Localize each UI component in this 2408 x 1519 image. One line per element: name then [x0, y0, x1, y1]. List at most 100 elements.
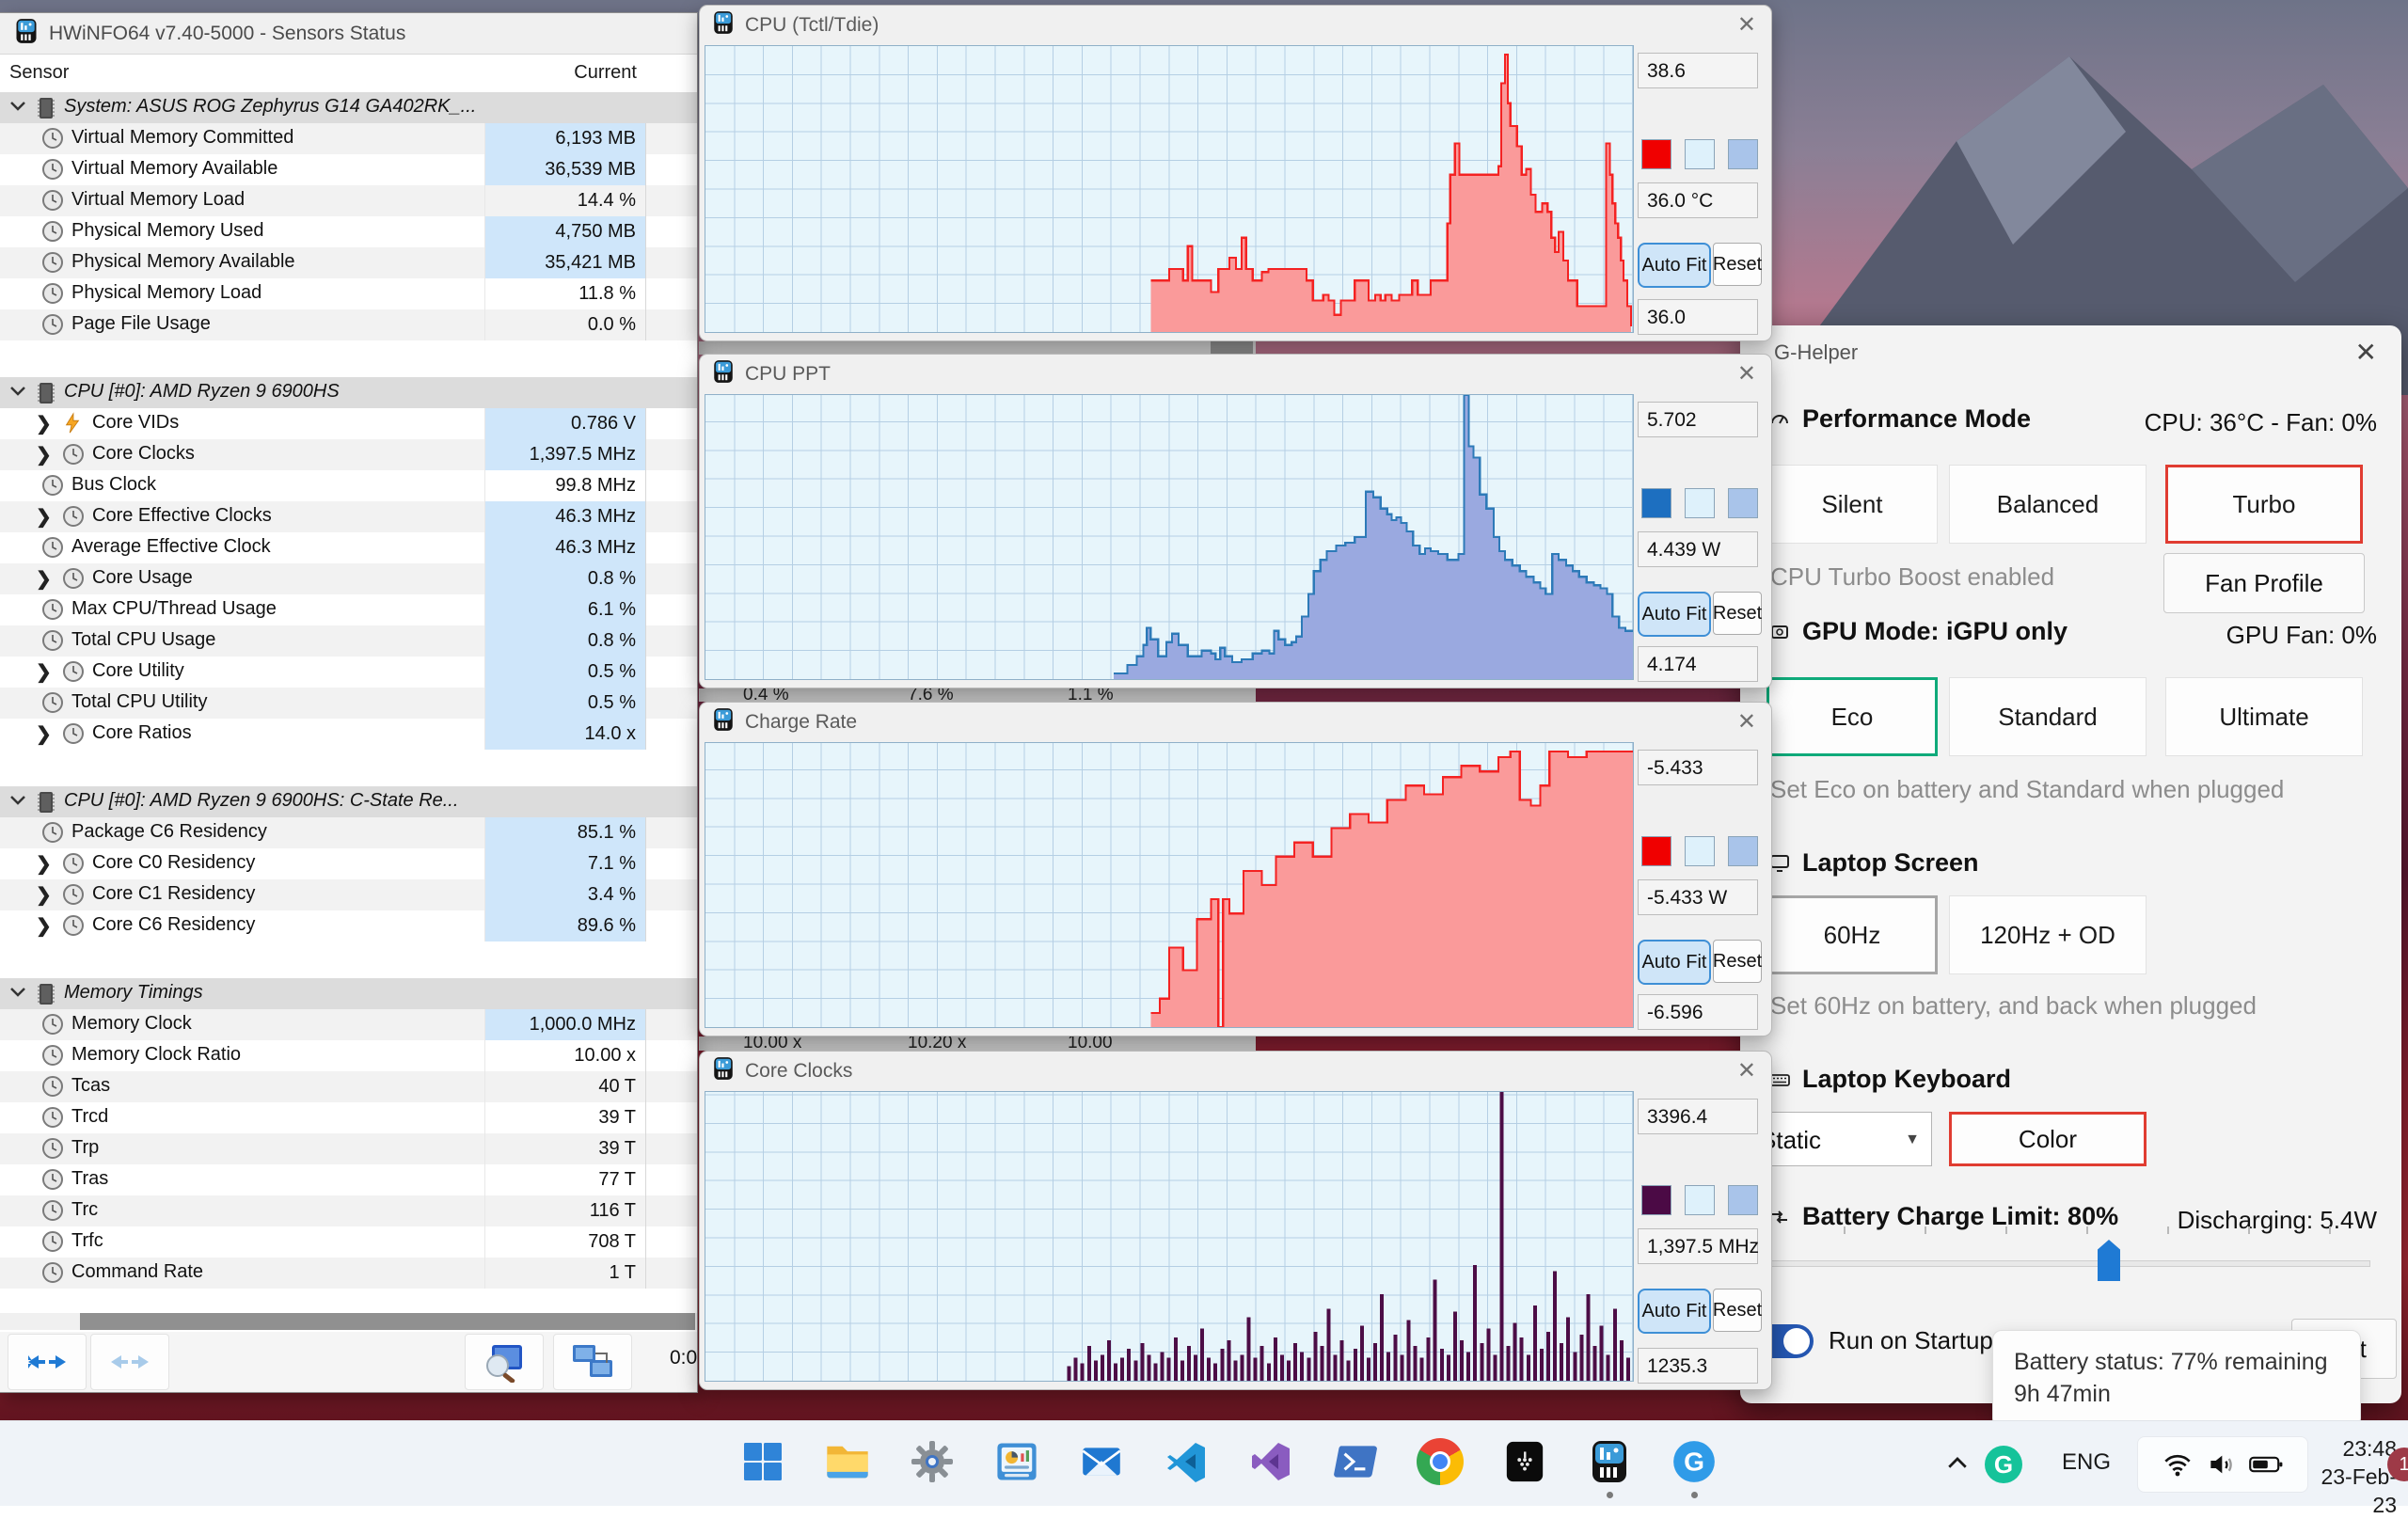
- sensor-row[interactable]: Average Effective Clock 46.3 MHz: [0, 532, 697, 563]
- balanced-button[interactable]: Balanced: [1949, 465, 2147, 544]
- silent-button[interactable]: Silent: [1766, 465, 1938, 544]
- sensor-row[interactable]: Command Rate 1 T: [0, 1258, 697, 1289]
- sensor-row[interactable]: Trp 39 T: [0, 1133, 697, 1164]
- taskbar-utility-app-icon[interactable]: [1496, 1432, 1554, 1491]
- sensor-row[interactable]: Virtual Memory Committed 6,193 MB: [0, 123, 697, 154]
- close-icon[interactable]: ✕: [1737, 360, 1756, 388]
- expand-columns-button[interactable]: [8, 1334, 87, 1390]
- graph-titlebar[interactable]: Charge Rate: [700, 703, 1771, 742]
- reset-button[interactable]: Reset: [1713, 243, 1762, 286]
- sensor-row[interactable]: Bus Clock 99.8 MHz: [0, 470, 697, 501]
- sensor-row[interactable]: ❯ Core C1 Residency 3.4 %: [0, 879, 697, 910]
- 120hz-od-button[interactable]: 120Hz + OD: [1949, 895, 2147, 974]
- standard-button[interactable]: Standard: [1949, 677, 2147, 756]
- auto-fit-button[interactable]: Auto Fit: [1638, 243, 1711, 288]
- sensor-row[interactable]: ❯ Core Clocks 1,397.5 MHz: [0, 439, 697, 470]
- sensor-row[interactable]: Trfc 708 T: [0, 1226, 697, 1258]
- monitor-search-button[interactable]: [465, 1334, 544, 1390]
- chevron-down-icon[interactable]: [9, 97, 26, 119]
- keyboard-mode-dropdown[interactable]: Static ▼: [1746, 1112, 1932, 1166]
- taskbar-vscode-icon[interactable]: [1157, 1432, 1215, 1491]
- sensor-group-row[interactable]: CPU [#0]: AMD Ryzen 9 6900HS: C-State Re…: [0, 786, 697, 817]
- sensor-group-row[interactable]: CPU [#0]: AMD Ryzen 9 6900HS: [0, 377, 697, 408]
- sensor-row[interactable]: Memory Clock 1,000.0 MHz: [0, 1009, 697, 1040]
- sensor-row[interactable]: Trcd 39 T: [0, 1102, 697, 1133]
- scrollbar-handle[interactable]: [80, 1313, 695, 1330]
- fan-profile-button[interactable]: Fan Profile: [2163, 553, 2365, 613]
- remote-monitors-button[interactable]: [553, 1334, 632, 1390]
- battery-limit-slider[interactable]: [1748, 1260, 2370, 1267]
- reset-button[interactable]: Reset: [1713, 592, 1762, 635]
- expand-arrow-icon[interactable]: ❯: [36, 722, 52, 746]
- series-color-swatch[interactable]: [1641, 488, 1671, 518]
- sensor-row[interactable]: Package C6 Residency 85.1 %: [0, 817, 697, 848]
- keyboard-color-button[interactable]: Color: [1949, 1112, 2147, 1166]
- expand-arrow-icon[interactable]: ❯: [36, 505, 52, 529]
- background-color-swatch[interactable]: [1685, 488, 1715, 518]
- sensor-row[interactable]: ❯ Core Ratios 14.0 x: [0, 719, 697, 750]
- taskbar-powershell-icon[interactable]: [1326, 1432, 1385, 1491]
- sensor-row[interactable]: Page File Usage 0.0 %: [0, 309, 697, 340]
- grid-color-swatch[interactable]: [1728, 488, 1758, 518]
- graph-titlebar[interactable]: CPU (Tctl/Tdie): [700, 6, 1771, 45]
- tray-clock[interactable]: 23:48 23-Feb-23: [2312, 1434, 2397, 1519]
- graph-titlebar[interactable]: Core Clocks: [700, 1052, 1771, 1091]
- taskbar-chrome-icon[interactable]: [1411, 1432, 1469, 1491]
- sensor-row[interactable]: ❯ Core Effective Clocks 46.3 MHz: [0, 501, 697, 532]
- series-color-swatch[interactable]: [1641, 139, 1671, 169]
- auto-fit-button[interactable]: Auto Fit: [1638, 940, 1711, 985]
- taskbar-visual-studio-icon[interactable]: [1242, 1432, 1300, 1491]
- eco-button[interactable]: Eco: [1766, 677, 1938, 756]
- sensor-row[interactable]: Max CPU/Thread Usage 6.1 %: [0, 594, 697, 625]
- expand-arrow-icon[interactable]: ❯: [36, 412, 52, 435]
- sensor-row[interactable]: Tcas 40 T: [0, 1071, 697, 1102]
- background-color-swatch[interactable]: [1685, 836, 1715, 866]
- grid-color-swatch[interactable]: [1728, 836, 1758, 866]
- expand-arrow-icon[interactable]: ❯: [36, 914, 52, 938]
- series-color-swatch[interactable]: [1641, 836, 1671, 866]
- sensor-row[interactable]: ❯ Core Usage 0.8 %: [0, 563, 697, 594]
- sensor-row[interactable]: Memory Clock Ratio 10.00 x: [0, 1040, 697, 1071]
- auto-fit-button[interactable]: Auto Fit: [1638, 1289, 1711, 1334]
- taskbar-settings-icon[interactable]: [903, 1432, 961, 1491]
- taskbar-file-explorer-icon[interactable]: [818, 1432, 877, 1491]
- 60hz-button[interactable]: 60Hz: [1766, 895, 1938, 974]
- reset-button[interactable]: Reset: [1713, 940, 1762, 983]
- sensor-row[interactable]: Physical Memory Used 4,750 MB: [0, 216, 697, 247]
- sensor-row[interactable]: Physical Memory Load 11.8 %: [0, 278, 697, 309]
- background-color-swatch[interactable]: [1685, 1185, 1715, 1215]
- taskbar-start-icon[interactable]: [734, 1432, 792, 1491]
- series-color-swatch[interactable]: [1641, 1185, 1671, 1215]
- expand-arrow-icon[interactable]: ❯: [36, 443, 52, 467]
- close-icon[interactable]: ✕: [1737, 1057, 1756, 1084]
- taskbar-mail-icon[interactable]: [1072, 1432, 1131, 1491]
- sensor-row[interactable]: Total CPU Utility 0.5 %: [0, 688, 697, 719]
- expand-arrow-icon[interactable]: ❯: [36, 852, 52, 876]
- graph-titlebar[interactable]: CPU PPT: [700, 355, 1771, 394]
- hwinfo-titlebar[interactable]: HWiNFO64 v7.40-5000 - Sensors Status: [0, 13, 697, 55]
- close-icon[interactable]: ✕: [1737, 11, 1756, 39]
- grid-color-swatch[interactable]: [1728, 1185, 1758, 1215]
- sensor-group-row[interactable]: Memory Timings: [0, 978, 697, 1009]
- reset-button[interactable]: Reset: [1713, 1289, 1762, 1332]
- sensor-row[interactable]: Trc 116 T: [0, 1195, 697, 1226]
- column-current[interactable]: Current: [484, 62, 637, 84]
- taskbar-ghelper-icon[interactable]: G: [1665, 1432, 1723, 1491]
- auto-fit-button[interactable]: Auto Fit: [1638, 592, 1711, 637]
- turbo-button[interactable]: Turbo: [2165, 465, 2363, 544]
- sensor-row[interactable]: Virtual Memory Available 36,539 MB: [0, 154, 697, 185]
- hwinfo-horizontal-scrollbar[interactable]: [0, 1313, 697, 1330]
- sensor-row[interactable]: Physical Memory Available 35,421 MB: [0, 247, 697, 278]
- sensor-row[interactable]: ❯ Core C6 Residency 89.6 %: [0, 910, 697, 941]
- column-sensor[interactable]: Sensor: [9, 62, 69, 84]
- sensor-row[interactable]: ❯ Core VIDs 0.786 V: [0, 408, 697, 439]
- collapse-columns-button[interactable]: [90, 1334, 169, 1390]
- grid-color-swatch[interactable]: [1728, 139, 1758, 169]
- taskbar-hwinfo-icon[interactable]: [1580, 1432, 1639, 1491]
- chevron-down-icon[interactable]: [9, 382, 26, 403]
- sensor-row[interactable]: Virtual Memory Load 14.4 %: [0, 185, 697, 216]
- sensor-row[interactable]: Total CPU Usage 0.8 %: [0, 625, 697, 657]
- sensor-row[interactable]: ❯ Core Utility 0.5 %: [0, 657, 697, 688]
- language-indicator[interactable]: ENG: [2062, 1449, 2111, 1476]
- chevron-down-icon[interactable]: [9, 983, 26, 1005]
